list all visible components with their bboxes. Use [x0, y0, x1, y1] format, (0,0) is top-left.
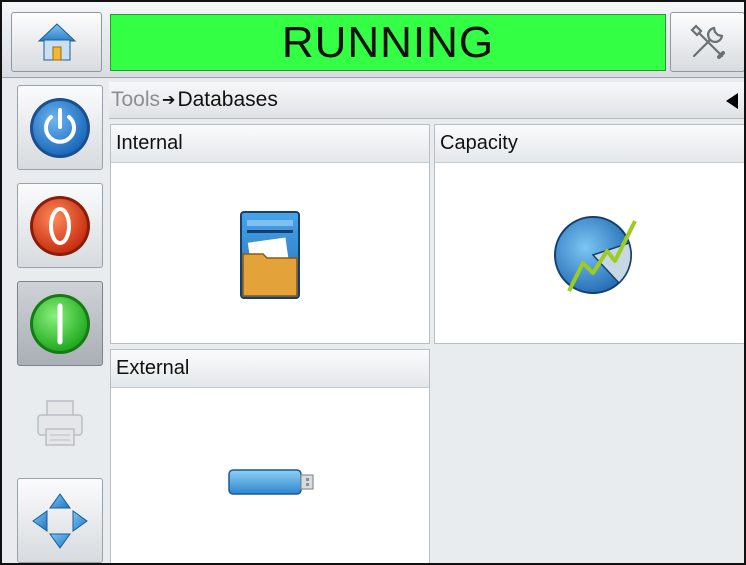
- internal-database-icon: [240, 211, 300, 299]
- tile-capacity[interactable]: Capacity: [434, 124, 744, 344]
- back-arrow-icon[interactable]: [726, 93, 738, 109]
- breadcrumb-parent[interactable]: Tools: [111, 88, 160, 112]
- navigation-button[interactable]: [17, 478, 103, 563]
- tile-label: External: [116, 357, 190, 379]
- tile-header: Capacity: [435, 125, 744, 163]
- printer-icon: [37, 399, 83, 446]
- start-button[interactable]: [17, 281, 103, 366]
- home-icon: [37, 23, 76, 61]
- tile-header: Internal: [111, 125, 429, 163]
- tools-icon: [689, 24, 725, 59]
- tile-label: Internal: [116, 132, 183, 154]
- start-icon: [30, 293, 90, 354]
- top-bar: RUNNING: [2, 2, 744, 78]
- tile-internal[interactable]: Internal: [110, 124, 430, 344]
- tools-button[interactable]: [670, 12, 744, 72]
- power-button[interactable]: [17, 85, 103, 170]
- print-button[interactable]: [17, 380, 103, 465]
- breadcrumb: Tools ➔ Databases: [109, 82, 744, 119]
- power-icon: [30, 97, 90, 158]
- tile-header: External: [111, 350, 429, 388]
- stop-button[interactable]: [17, 183, 103, 268]
- stop-icon: [30, 195, 90, 256]
- home-button[interactable]: [11, 12, 102, 72]
- status-banner: RUNNING: [110, 14, 666, 71]
- breadcrumb-separator: ➔: [162, 92, 176, 109]
- printer-screen: RUNNING Tools ➔ Databases Internal Capac…: [0, 0, 746, 565]
- breadcrumb-current: Databases: [177, 88, 278, 111]
- capacity-chart-icon: [554, 216, 637, 294]
- navigation-arrows-icon: [32, 492, 88, 549]
- status-text: RUNNING: [281, 17, 495, 67]
- empty-tile-area: [434, 349, 744, 563]
- usb-drive-icon: [228, 469, 314, 495]
- tile-label: Capacity: [440, 132, 518, 154]
- tile-external[interactable]: External: [110, 349, 430, 563]
